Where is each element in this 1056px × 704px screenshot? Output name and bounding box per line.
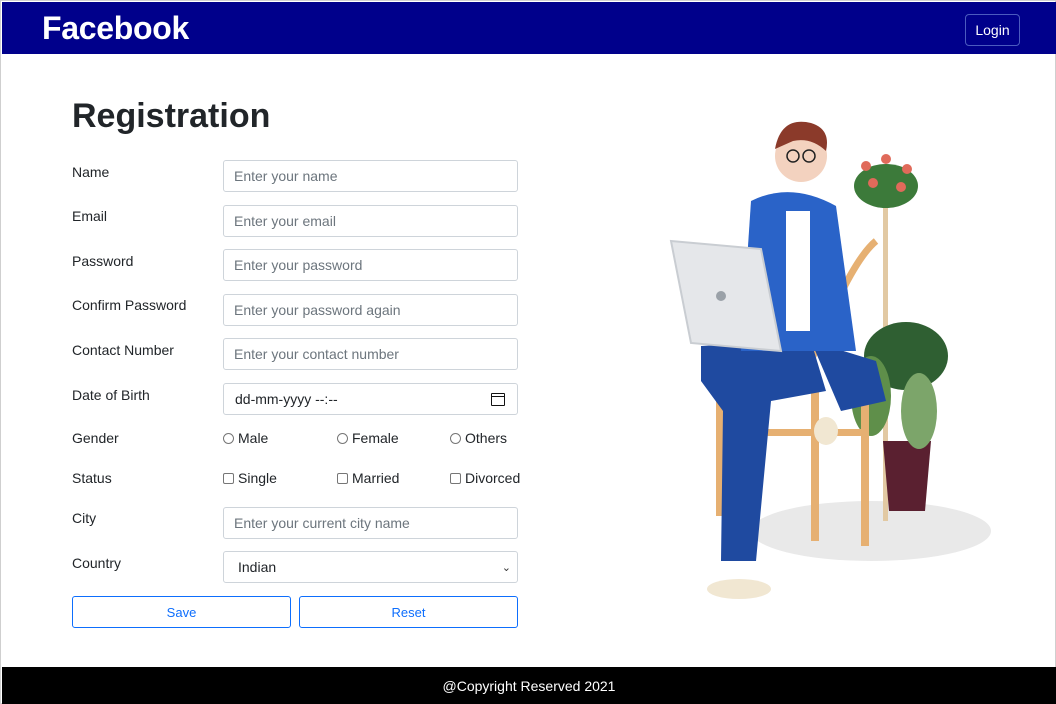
dob-input[interactable]: dd-mm-yyyy --:--	[223, 383, 518, 415]
name-row: Name	[72, 160, 519, 192]
dob-label: Date of Birth	[72, 387, 150, 403]
email-row: Email	[72, 205, 519, 237]
status-divorced-label: Divorced	[465, 470, 521, 486]
status-single-option[interactable]: Single	[223, 470, 277, 486]
gender-male-option[interactable]: Male	[223, 430, 268, 446]
gender-label: Gender	[72, 430, 119, 446]
shadow-shape	[751, 501, 991, 561]
navbar: Facebook Login	[2, 2, 1056, 54]
status-married-label: Married	[352, 470, 400, 486]
status-divorced-option[interactable]: Divorced	[450, 470, 520, 486]
contact-input[interactable]	[223, 338, 518, 370]
shirt-shape	[786, 211, 810, 331]
country-row: Country Indian ⌄	[72, 551, 519, 583]
copyright-text: @Copyright Reserved 2021	[442, 677, 616, 694]
save-button[interactable]: Save	[72, 596, 291, 628]
calendar-icon[interactable]	[491, 392, 505, 406]
gender-female-label: Female	[352, 430, 399, 446]
gender-male-radio[interactable]	[223, 432, 234, 444]
laptop-logo	[716, 291, 726, 301]
chair-leg	[811, 371, 819, 541]
gender-others-label: Others	[465, 430, 508, 446]
flower-dot	[868, 178, 878, 188]
confirm-password-row: Confirm Password	[72, 294, 519, 326]
gender-female-radio[interactable]	[337, 432, 348, 444]
confirm-password-input[interactable]	[223, 294, 518, 326]
contact-label: Contact Number	[72, 342, 174, 358]
country-label: Country	[72, 555, 122, 571]
password-label: Password	[72, 253, 134, 269]
name-label: Name	[72, 164, 110, 180]
contact-row: Contact Number	[72, 338, 519, 370]
dob-placeholder: dd-mm-yyyy --:--	[235, 391, 338, 407]
password-row: Password	[72, 249, 519, 281]
flower-dot	[861, 161, 871, 171]
status-single-label: Single	[238, 470, 277, 486]
status-married-checkbox[interactable]	[337, 472, 348, 484]
flower-dot	[881, 154, 891, 164]
chevron-down-icon: ⌄	[501, 561, 511, 574]
plant-pot	[883, 441, 931, 511]
shoe-shape	[707, 579, 771, 599]
email-label: Email	[72, 208, 108, 224]
dob-row: Date of Birth dd-mm-yyyy --:--	[72, 383, 519, 415]
floor-plant-leaf	[901, 373, 937, 449]
city-label: City	[72, 510, 97, 526]
country-selected-value: Indian	[238, 559, 277, 575]
login-button[interactable]: Login	[965, 14, 1020, 46]
flower-dot	[902, 164, 912, 174]
person-with-laptop-illustration	[669, 121, 991, 599]
gender-male-label: Male	[238, 430, 269, 446]
page-title: Registration	[72, 97, 271, 135]
gender-row: Gender Male Female Others	[72, 429, 519, 447]
city-input[interactable]	[223, 507, 518, 539]
status-row: Status Single Married Divorced	[72, 469, 520, 487]
email-input[interactable]	[223, 205, 518, 237]
status-label: Status	[72, 470, 112, 486]
city-row: City	[72, 507, 519, 539]
password-input[interactable]	[223, 249, 518, 281]
brand-logo[interactable]: Facebook	[42, 10, 189, 47]
reset-button[interactable]: Reset	[299, 596, 518, 628]
registration-page: Facebook Login Registration Name Email P…	[0, 0, 1056, 704]
shoe-shape	[814, 417, 838, 445]
gender-female-option[interactable]: Female	[337, 430, 399, 446]
gender-others-radio[interactable]	[450, 432, 461, 444]
status-divorced-checkbox[interactable]	[450, 472, 461, 484]
country-select[interactable]: Indian ⌄	[223, 551, 518, 583]
flower-dot	[896, 182, 906, 192]
gender-others-option[interactable]: Others	[450, 430, 507, 446]
footer: @Copyright Reserved 2021	[2, 667, 1056, 704]
status-married-option[interactable]: Married	[337, 470, 399, 486]
name-input[interactable]	[223, 160, 518, 192]
status-single-checkbox[interactable]	[223, 472, 234, 484]
confirm-password-label: Confirm Password	[72, 297, 187, 313]
